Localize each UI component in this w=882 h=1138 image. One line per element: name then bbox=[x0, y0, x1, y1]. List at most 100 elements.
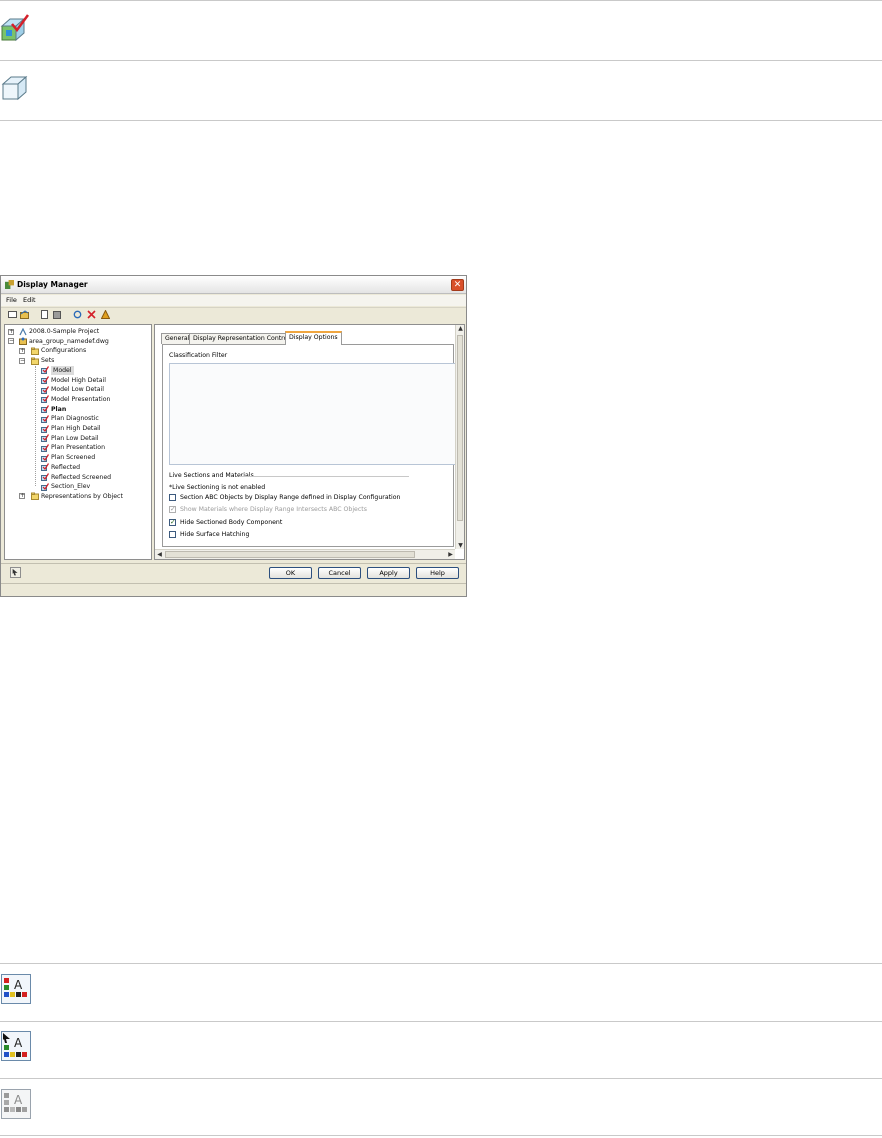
tree-item-label: Section_Elev bbox=[51, 483, 91, 491]
tree-item-label: 2008.0-Sample Project bbox=[29, 328, 100, 335]
paste-icon[interactable] bbox=[53, 310, 62, 319]
help-button[interactable]: Help bbox=[416, 567, 459, 579]
scroll-down-icon[interactable]: ▼ bbox=[456, 542, 465, 549]
ok-button[interactable]: OK bbox=[269, 567, 312, 579]
close-button[interactable]: ✕ bbox=[451, 279, 464, 291]
drawing-icon bbox=[19, 337, 27, 346]
cancel-button[interactable]: Cancel bbox=[318, 567, 361, 579]
classification-filter-label: Classification Filter bbox=[169, 352, 228, 359]
tree-item-label: Reflected bbox=[51, 463, 81, 471]
tree-expander-icon[interactable]: + bbox=[8, 328, 14, 335]
toolbar bbox=[1, 307, 466, 321]
svg-text:A: A bbox=[14, 1093, 23, 1107]
tree-item-label: area_group_namedef.dwg bbox=[29, 337, 109, 345]
tree-item-label: Model Presentation bbox=[51, 395, 111, 403]
refresh-icon[interactable] bbox=[73, 310, 82, 319]
scroll-right-icon[interactable]: ▶ bbox=[446, 551, 455, 558]
divider-4 bbox=[0, 1021, 882, 1022]
display-set-icon bbox=[41, 453, 49, 462]
vertical-scroll-thumb[interactable] bbox=[457, 335, 463, 521]
help-pointer-icon bbox=[12, 568, 18, 576]
display-set-icon bbox=[41, 376, 49, 384]
menu-bar: File Edit bbox=[1, 295, 466, 306]
checkbox[interactable]: ✓ bbox=[169, 519, 176, 526]
checkbox-label: Hide Surface Hatching bbox=[180, 531, 250, 538]
folder-icon bbox=[31, 347, 39, 355]
open-folder-icon[interactable] bbox=[20, 310, 29, 319]
divider-2 bbox=[0, 120, 882, 121]
checkbox[interactable] bbox=[169, 494, 176, 501]
classification-filter-list[interactable] bbox=[169, 363, 456, 465]
vertical-scrollbar[interactable]: ▲ ▼ bbox=[455, 325, 464, 549]
tree-item-label: Configurations bbox=[41, 347, 87, 355]
display-set-icon bbox=[41, 414, 49, 423]
display-set-icon bbox=[41, 473, 49, 481]
tree-expander-icon[interactable]: + bbox=[19, 347, 25, 354]
display-set-icon bbox=[41, 385, 49, 394]
display-set-icon bbox=[41, 463, 49, 472]
display-set-icon bbox=[41, 395, 49, 404]
folder-icon bbox=[31, 492, 39, 501]
divider-5 bbox=[0, 1078, 882, 1079]
checkbox: ✓ bbox=[169, 505, 176, 513]
tree-expander-icon[interactable]: + bbox=[19, 493, 25, 500]
color-attribute-selected-icon: A bbox=[1, 1031, 31, 1061]
tree-item-label: Reflected Screened bbox=[51, 473, 112, 481]
tree-item-label: Sets bbox=[41, 357, 55, 365]
tree-item-label: Plan Diagnostic bbox=[51, 415, 99, 423]
group-separator bbox=[239, 476, 409, 477]
display-set-icon bbox=[41, 366, 49, 375]
tab-display-options[interactable]: Display Options bbox=[285, 331, 342, 345]
display-set-icon bbox=[1, 75, 28, 101]
display-set-icon bbox=[41, 405, 49, 414]
tree-item-label: Plan Screened bbox=[51, 454, 96, 462]
menu-file[interactable]: File bbox=[6, 296, 17, 304]
horizontal-scroll-thumb[interactable] bbox=[165, 551, 415, 558]
color-attribute-disabled-icon: A bbox=[1, 1089, 31, 1119]
checkbox-label: Hide Sectioned Body Component bbox=[180, 519, 283, 526]
display-options-body: Classification Filter Live Sections and … bbox=[162, 344, 456, 547]
context-help-button[interactable] bbox=[10, 567, 21, 578]
display-tree: +2008.0-Sample Project − area_group_namede… bbox=[4, 324, 152, 560]
horizontal-scrollbar[interactable]: ◀ ▶ bbox=[155, 549, 455, 559]
divider-1 bbox=[0, 60, 882, 61]
tree-item-label: Plan bbox=[51, 405, 67, 413]
title-bar: Display Manager ✕ bbox=[1, 276, 466, 294]
svg-text:A: A bbox=[14, 978, 23, 992]
divider-top bbox=[0, 0, 882, 1]
checkbox-label: Show Materials where Display Range Inter… bbox=[180, 506, 367, 513]
footer-separator bbox=[1, 563, 466, 564]
tree-item-label: Plan High Detail bbox=[51, 425, 101, 432]
display-manager-icon bbox=[5, 280, 14, 289]
divider-3 bbox=[0, 963, 882, 964]
tree-expander-icon[interactable]: − bbox=[8, 338, 14, 345]
divider-6 bbox=[0, 1135, 882, 1136]
apply-button[interactable]: Apply bbox=[367, 567, 410, 579]
copy-icon[interactable] bbox=[41, 310, 50, 319]
scroll-up-icon[interactable]: ▲ bbox=[456, 325, 465, 332]
tree-connector bbox=[35, 365, 36, 487]
tree-item-label: Model High Detail bbox=[51, 376, 106, 384]
tree-expander-icon[interactable]: − bbox=[19, 357, 25, 364]
purge-icon[interactable] bbox=[101, 310, 110, 319]
tree-item-label: Model bbox=[51, 365, 74, 375]
properties-panel: General Display Representation Control D… bbox=[154, 324, 465, 560]
checkbox[interactable] bbox=[169, 531, 176, 538]
checkbox-label: Section ABC Objects by Display Range def… bbox=[180, 494, 401, 501]
tree-item-label: Model Low Detail bbox=[51, 386, 104, 394]
svg-text:A: A bbox=[14, 1036, 23, 1050]
display-set-icon bbox=[41, 444, 49, 452]
tab-display-representation-control[interactable]: Display Representation Control bbox=[189, 333, 294, 344]
live-sectioning-note: *Live Sectioning is not enabled bbox=[169, 484, 266, 491]
menu-edit[interactable]: Edit bbox=[23, 296, 36, 304]
scroll-left-icon[interactable]: ◀ bbox=[155, 551, 164, 558]
dialog-title: Display Manager bbox=[17, 280, 88, 289]
display-manager-dialog: Display Manager ✕ File Edit +2008.0-Samp… bbox=[0, 275, 467, 597]
display-set-icon bbox=[41, 482, 49, 491]
new-icon[interactable] bbox=[8, 310, 17, 319]
status-bar bbox=[1, 583, 466, 596]
delete-icon[interactable] bbox=[87, 310, 96, 319]
display-set-checked-icon bbox=[0, 14, 30, 42]
display-set-icon bbox=[41, 434, 49, 443]
folder-icon bbox=[31, 357, 39, 365]
